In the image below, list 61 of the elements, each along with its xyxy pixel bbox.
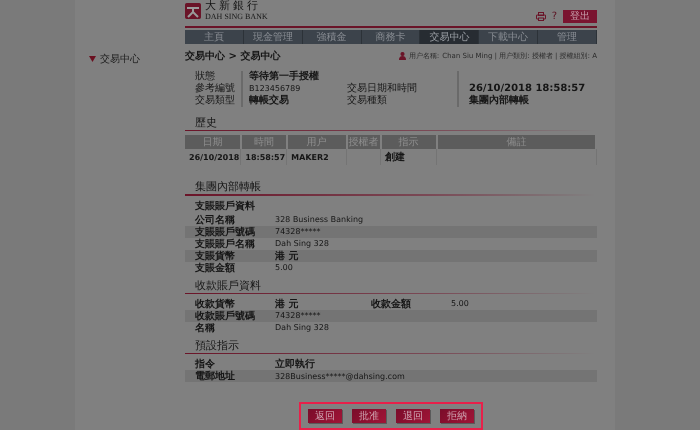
bank-logo-icon (185, 3, 201, 19)
breadcrumb: 交易中心 > 交易中心 (185, 49, 280, 63)
table-cell: 18:58:57 (240, 149, 287, 166)
table-cell: MAKER2 (286, 149, 347, 166)
field-value: 港 元 (275, 250, 300, 262)
section-title: 歷史 (194, 115, 218, 130)
field-value: 集團內部轉帳 (457, 95, 597, 107)
logout-button[interactable]: 登出 (563, 10, 597, 23)
field-value: 26/10/2018 18:58:57 (457, 83, 597, 95)
field-label: 指令 (194, 358, 216, 370)
field-value: 74328***** (275, 227, 322, 236)
field-value: Dah Sing 328 (275, 239, 330, 248)
sidebar-item[interactable]: 交易中心 (89, 52, 185, 66)
field-value: 立即執行 (275, 357, 316, 371)
table-cell: 創建 (380, 149, 437, 166)
field-label: 支賬賬戶號碼 (194, 226, 256, 238)
help-icon[interactable]: ? (552, 11, 557, 22)
table-cell: 26/10/2018 (185, 149, 241, 166)
field-value: 74328***** (275, 311, 322, 320)
logo-text: DAH SING BANK (205, 12, 268, 22)
action-button[interactable]: 退回 (396, 409, 430, 423)
printer-icon[interactable] (536, 12, 546, 21)
section-title: 集團內部轉帳 (194, 179, 262, 194)
nav-tab[interactable]: 主頁 (185, 30, 244, 44)
field-label: 電郵地址 (194, 370, 236, 383)
field-value: 328 Business Banking (275, 215, 364, 224)
nav-tab[interactable]: 現金管理 (244, 30, 303, 44)
field-label: 收款貨幣 (194, 298, 236, 310)
field-label: 交易種類 (346, 95, 388, 107)
nav-tab[interactable]: 強積金 (302, 30, 362, 44)
sidebar-label: 交易中心 (100, 52, 140, 66)
nav-tab[interactable]: 管理 (538, 30, 598, 44)
field-value: Dah Sing 328 (275, 323, 330, 332)
field-value: 5.00 (275, 263, 294, 272)
field-label: 收款金額 (371, 298, 412, 311)
nav-tab[interactable]: 交易中心 (420, 30, 480, 44)
field-value: 等待第一手授權 (241, 71, 337, 83)
action-button[interactable]: 返回 (308, 409, 342, 423)
field-value: 港 元 (275, 298, 300, 311)
field-label: 狀態 (194, 71, 216, 82)
logo-text: 大新銀行 (205, 0, 262, 12)
field-value: 轉帳交易 (241, 95, 337, 107)
field-label: 交易類型 (194, 95, 236, 107)
user-icon (398, 52, 406, 60)
field-label: 公司名稱 (194, 214, 236, 226)
field-label: 收款賬戶號碼 (194, 310, 256, 322)
field-label: 支賬貨幣 (194, 250, 236, 262)
nav-tab[interactable]: 下載中心 (479, 30, 538, 44)
field-label: 支賬金額 (194, 262, 236, 274)
section-title: 支賬賬戶資料 (194, 200, 256, 214)
field-value: 5.00 (451, 299, 470, 308)
field-value: 328Business*****@dahsing.com (275, 372, 405, 380)
section-title: 收款賬戶資料 (194, 278, 262, 292)
field-label: 支賬賬戶名稱 (194, 238, 256, 250)
field-label: 交易日期和時間 (346, 83, 418, 94)
field-label: 名稱 (194, 322, 216, 335)
field-value: B123456789 (241, 83, 337, 95)
action-button[interactable]: 拒納 (440, 409, 474, 423)
section-title: 預設指示 (194, 338, 240, 353)
action-button[interactable]: 批准 (352, 409, 386, 423)
field-label: 參考編號 (194, 83, 236, 94)
